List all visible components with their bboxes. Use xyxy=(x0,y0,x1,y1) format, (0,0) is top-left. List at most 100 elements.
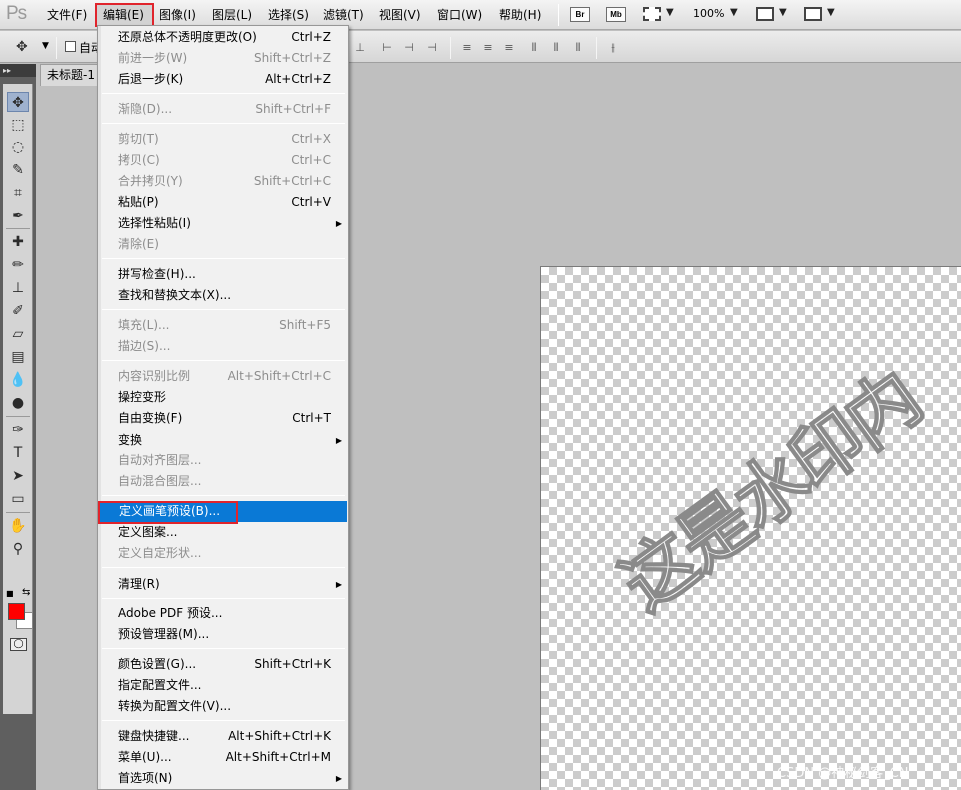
panel-collapse-icon[interactable]: ▸▸ xyxy=(0,64,36,77)
menu-item-step-forward[interactable]: 前进一步(W) Shift+Ctrl+Z xyxy=(98,48,348,69)
align-bottom-icon[interactable]: ⊥ xyxy=(353,41,367,54)
menu-item-define-pattern[interactable]: 定义图案... xyxy=(98,522,348,543)
move-tool-icon[interactable]: ✥ xyxy=(16,39,28,55)
menu-divider xyxy=(102,123,345,124)
menu-item-auto-align-layers[interactable]: 自动对齐图层... xyxy=(98,450,348,471)
chevron-down-icon[interactable]: ▼ xyxy=(730,7,738,18)
shape-tool-icon[interactable]: ▭ xyxy=(7,489,29,509)
menu-divider xyxy=(102,309,345,310)
menu-item-copy-merged[interactable]: 合并拷贝(Y) Shift+Ctrl+C xyxy=(98,171,348,192)
path-selection-tool-icon[interactable]: ➤ xyxy=(7,466,29,486)
clone-stamp-tool-icon[interactable]: ⊥ xyxy=(7,278,29,298)
menu-item-paste[interactable]: 粘贴(P) Ctrl+V xyxy=(98,192,348,213)
align-right-icon[interactable]: ⊣ xyxy=(425,41,439,54)
chevron-down-icon[interactable]: ▼ xyxy=(779,7,787,18)
menu-layer[interactable]: 图层(L) xyxy=(212,6,252,23)
menu-help[interactable]: 帮助(H) xyxy=(499,6,541,23)
menu-item-puppet-warp[interactable]: 操控变形 xyxy=(98,387,348,408)
distribute-right-icon[interactable]: ⦀ xyxy=(571,41,585,54)
menu-item-content-aware-scale[interactable]: 内容识别比例 Alt+Shift+Ctrl+C xyxy=(98,366,348,387)
menu-image[interactable]: 图像(I) xyxy=(159,6,196,23)
zoom-level[interactable]: 100% xyxy=(693,7,724,20)
menu-item-assign-profile[interactable]: 指定配置文件... xyxy=(98,675,348,696)
swap-colors-icon[interactable]: ⇆ xyxy=(22,587,30,598)
lasso-tool-icon[interactable]: ◌ xyxy=(7,137,29,157)
menu-item-preset-manager[interactable]: 预设管理器(M)... xyxy=(98,624,348,645)
default-colors-icon[interactable]: ■ xyxy=(6,589,14,598)
chevron-down-icon[interactable]: ▼ xyxy=(666,7,674,18)
arrange-documents-icon[interactable] xyxy=(756,7,774,21)
distribute-top-icon[interactable]: ≡ xyxy=(460,41,474,54)
chevron-down-icon[interactable]: ▼ xyxy=(827,7,835,18)
auto-align-icon[interactable]: ⫲ xyxy=(606,41,620,54)
mini-bridge-button[interactable]: Mb xyxy=(606,7,626,22)
marquee-tool-icon[interactable]: ⬚ xyxy=(7,115,29,135)
menu-file[interactable]: 文件(F) xyxy=(47,6,87,23)
blur-tool-icon[interactable]: 💧 xyxy=(7,370,29,390)
document-tab[interactable]: 未标题-1 xyxy=(40,64,102,86)
menu-item-convert-to-profile[interactable]: 转换为配置文件(V)... xyxy=(98,696,348,717)
pen-tool-icon[interactable]: ✑ xyxy=(7,420,29,440)
menu-divider xyxy=(102,720,345,721)
menu-item-step-backward[interactable]: 后退一步(K) Alt+Ctrl+Z xyxy=(98,69,348,90)
menu-item-find-replace[interactable]: 查找和替换文本(X)... xyxy=(98,285,348,306)
menu-item-preferences[interactable]: 首选项(N) ▶ xyxy=(98,768,348,789)
menu-item-color-settings[interactable]: 颜色设置(G)... Shift+Ctrl+K xyxy=(98,654,348,675)
crop-tool-icon[interactable]: ⌗ xyxy=(7,183,29,203)
distribute-center-icon[interactable]: ⦀ xyxy=(549,41,563,54)
distribute-bottom-icon[interactable]: ≡ xyxy=(502,41,516,54)
menu-item-keyboard-shortcuts[interactable]: 键盘快捷键... Alt+Shift+Ctrl+K xyxy=(98,726,348,747)
menu-item-stroke[interactable]: 描边(S)... xyxy=(98,336,348,357)
menu-item-fill[interactable]: 填充(L)... Shift+F5 xyxy=(98,315,348,336)
zoom-tool-icon[interactable]: ⚲ xyxy=(7,539,29,559)
menu-item-fade[interactable]: 渐隐(D)... Shift+Ctrl+F xyxy=(98,99,348,120)
document-canvas[interactable]: 这是水印内 xyxy=(540,266,961,790)
photoshop-logo: Ps xyxy=(6,3,27,24)
menu-item-purge[interactable]: 清理(R) ▶ xyxy=(98,574,348,595)
eraser-tool-icon[interactable]: ▱ xyxy=(7,324,29,344)
bridge-button[interactable]: Br xyxy=(570,7,590,22)
screen-mode-icon[interactable] xyxy=(804,7,822,21)
hand-tool-icon[interactable]: ✋ xyxy=(7,516,29,536)
healing-brush-tool-icon[interactable]: ✚ xyxy=(7,232,29,252)
menu-item-clear[interactable]: 清除(E) xyxy=(98,234,348,255)
menu-item-copy[interactable]: 拷贝(C) Ctrl+C xyxy=(98,150,348,171)
menu-divider xyxy=(102,258,345,259)
menu-item-define-custom-shape[interactable]: 定义自定形状... xyxy=(98,543,348,564)
distribute-left-icon[interactable]: ⦀ xyxy=(527,41,541,54)
menu-item-cut[interactable]: 剪切(T) Ctrl+X xyxy=(98,129,348,150)
quick-mask-icon[interactable]: ◯ xyxy=(10,638,27,651)
history-brush-tool-icon[interactable]: ✐ xyxy=(7,301,29,321)
auto-select-checkbox[interactable] xyxy=(65,41,76,52)
move-tool-icon[interactable]: ✥ xyxy=(7,92,29,112)
dodge-tool-icon[interactable]: ● xyxy=(7,393,29,413)
menu-window[interactable]: 窗口(W) xyxy=(437,6,482,23)
menu-divider xyxy=(102,495,345,496)
menu-item-paste-special[interactable]: 选择性粘贴(I) ▶ xyxy=(98,213,348,234)
chevron-down-icon[interactable]: ▼ xyxy=(42,41,49,51)
menu-item-free-transform[interactable]: 自由变换(F) Ctrl+T xyxy=(98,408,348,429)
menu-item-adobe-pdf-presets[interactable]: Adobe PDF 预设... xyxy=(98,603,348,624)
menu-item-auto-blend-layers[interactable]: 自动混合图层... xyxy=(98,471,348,492)
menu-item-menus[interactable]: 菜单(U)... Alt+Shift+Ctrl+M xyxy=(98,747,348,768)
menu-item-undo[interactable]: 还原总体不透明度更改(O) Ctrl+Z xyxy=(98,27,348,48)
view-extras-icon[interactable] xyxy=(643,7,661,21)
menu-item-check-spelling[interactable]: 拼写检查(H)... xyxy=(98,264,348,285)
type-tool-icon[interactable]: T xyxy=(7,443,29,463)
menu-item-transform[interactable]: 变换 ▶ xyxy=(98,430,348,451)
menu-edit[interactable]: 编辑(E) xyxy=(103,6,144,23)
watermark-text: 这是水印内 xyxy=(605,355,935,628)
menubar-divider xyxy=(558,4,559,26)
menu-view[interactable]: 视图(V) xyxy=(379,6,421,23)
brush-tool-icon[interactable]: ✏ xyxy=(7,255,29,275)
menu-filter[interactable]: 滤镜(T) xyxy=(323,6,364,23)
distribute-middle-icon[interactable]: ≡ xyxy=(481,41,495,54)
eyedropper-tool-icon[interactable]: ✒ xyxy=(7,206,29,226)
quick-selection-tool-icon[interactable]: ✎ xyxy=(7,160,29,180)
menu-divider xyxy=(102,360,345,361)
align-left-icon[interactable]: ⊢ xyxy=(380,41,394,54)
align-center-icon[interactable]: ⊣ xyxy=(402,41,416,54)
gradient-tool-icon[interactable]: ▤ xyxy=(7,347,29,367)
menu-select[interactable]: 选择(S) xyxy=(268,6,309,23)
foreground-color-swatch[interactable] xyxy=(8,603,25,620)
